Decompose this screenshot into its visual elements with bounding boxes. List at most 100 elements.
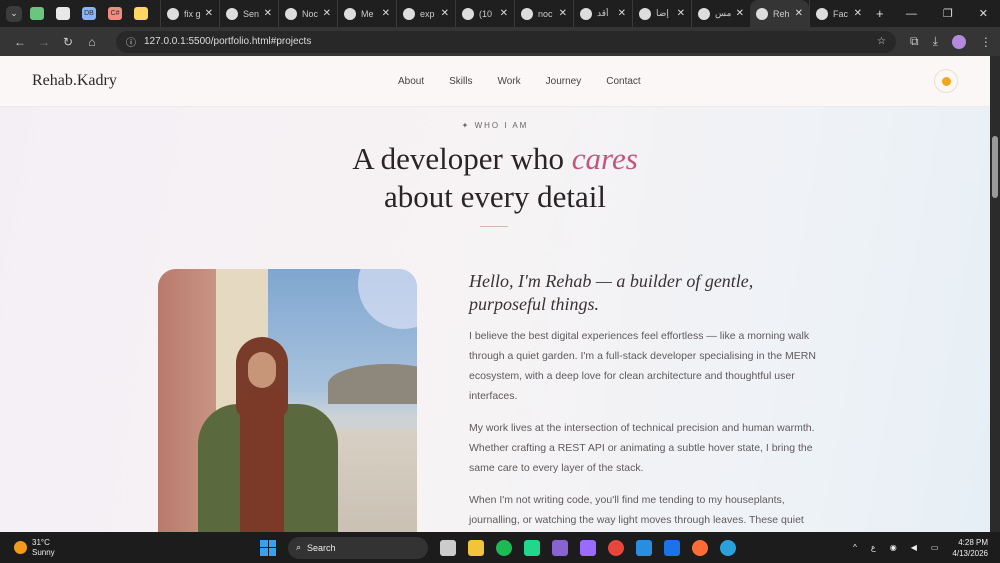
taskbar: 31°C Sunny ⌕ Search ^ ع ◉ ◀ ▭ 4:28 PM 4/13/… (0, 532, 1000, 563)
language-indicator[interactable]: ع (871, 543, 876, 552)
url-bar[interactable]: ⓘ 127.0.0.1:5500/portfolio.html#projects… (116, 30, 896, 53)
url-text[interactable]: 127.0.0.1:5500/portfolio.html#projects (144, 36, 311, 47)
taskbar-search[interactable]: ⌕ Search (288, 536, 428, 559)
tab-title: Fac (833, 8, 849, 19)
profile-avatar[interactable] (951, 34, 966, 49)
telegram-icon[interactable] (720, 539, 736, 556)
site-info-icon[interactable]: ⓘ (126, 34, 136, 49)
site-nav: About Skills Work Journey Contact (398, 76, 641, 87)
pinned-tab[interactable] (30, 7, 44, 20)
browser-tab[interactable]: Reh ✕ (750, 0, 809, 27)
tab-title: (10 (479, 8, 493, 19)
tab-title: Reh (773, 8, 790, 19)
start-button[interactable] (260, 539, 276, 556)
browser-tab[interactable]: fix g ✕ (160, 0, 219, 27)
forward-button[interactable]: → (32, 35, 56, 49)
close-tab-icon[interactable]: ✕ (500, 8, 508, 19)
browser-tab[interactable]: noc ✕ (514, 0, 573, 27)
file-explorer-icon[interactable] (468, 539, 484, 556)
back-button[interactable]: ← (8, 35, 32, 49)
close-tab-icon[interactable]: ✕ (677, 8, 685, 19)
browser-tab[interactable]: exp ✕ (396, 0, 455, 27)
nav-journey[interactable]: Journey (546, 76, 582, 87)
page-scrollbar[interactable] (990, 56, 1000, 532)
tab-favicon-icon (756, 7, 768, 20)
tab-title: Me (361, 8, 374, 19)
extensions-icon[interactable]: ⧉ (910, 34, 919, 49)
app-icon[interactable] (580, 539, 596, 556)
pinned-tab[interactable]: DB (82, 7, 96, 20)
section-title: A developer who cares about every detail (0, 140, 990, 216)
tab-favicon-icon (816, 7, 828, 20)
pinned-tab[interactable] (134, 7, 148, 20)
nav-contact[interactable]: Contact (606, 76, 640, 87)
tab-title: مس (715, 8, 731, 18)
postman-icon[interactable] (692, 539, 708, 556)
task-view-icon[interactable] (440, 539, 456, 556)
close-tab-icon[interactable]: ✕ (441, 8, 449, 19)
menu-icon[interactable]: ⋮ (980, 35, 992, 49)
scrollbar-thumb[interactable] (992, 136, 998, 198)
browser-tab[interactable]: Sen ✕ (219, 0, 278, 27)
nav-skills[interactable]: Skills (449, 76, 472, 87)
close-tab-icon[interactable]: ✕ (323, 8, 331, 19)
clion-icon[interactable] (524, 539, 540, 556)
close-tab-icon[interactable]: ✕ (736, 8, 744, 19)
bookmark-star-icon[interactable]: ☆ (877, 36, 886, 47)
weather-widget[interactable]: 31°C Sunny (14, 538, 55, 558)
vscode-icon[interactable] (636, 539, 652, 556)
browser-tab[interactable]: (10 ✕ (455, 0, 514, 27)
intro-paragraph: When I'm not writing code, you'll find m… (469, 494, 804, 526)
downloads-icon[interactable]: ⤓ (933, 34, 938, 49)
restore-button[interactable]: ❐ (943, 7, 953, 20)
address-bar-row: ← → ↻ ⌂ ⓘ 127.0.0.1:5500/portfolio.html#… (0, 27, 1000, 56)
wifi-icon[interactable]: ◉ (890, 543, 897, 552)
close-tab-icon[interactable]: ✕ (559, 8, 567, 19)
battery-icon[interactable]: ▭ (931, 543, 939, 552)
spotify-icon[interactable] (496, 539, 512, 556)
web-page: Rehab.Kadry About Skills Work Journey Co… (0, 56, 990, 532)
tab-favicon-icon (580, 7, 592, 20)
browser-tab[interactable]: إضا ✕ (632, 0, 691, 27)
nav-about[interactable]: About (398, 76, 424, 87)
browser-tab[interactable]: أقد ✕ (573, 0, 632, 27)
tab-search-button[interactable]: ⌄ (6, 5, 22, 22)
close-tab-icon[interactable]: ✕ (382, 8, 390, 19)
theme-toggle-button[interactable] (934, 69, 958, 93)
pinned-tab[interactable] (56, 7, 70, 20)
close-tab-icon[interactable]: ✕ (618, 8, 626, 19)
tab-favicon-icon (226, 7, 238, 20)
site-logo[interactable]: Rehab.Kadry (32, 72, 398, 90)
browser-tab[interactable]: Me ✕ (337, 0, 396, 27)
clock[interactable]: 4:28 PM 4/13/2026 (952, 537, 988, 559)
browser-tab[interactable]: Noc ✕ (278, 0, 337, 27)
close-tab-icon[interactable]: ✕ (264, 8, 272, 19)
tab-title: exp (420, 8, 435, 19)
new-tab-button[interactable]: + (876, 6, 884, 21)
close-window-button[interactable]: ✕ (979, 7, 988, 20)
close-tab-icon[interactable]: ✕ (795, 8, 803, 19)
home-button[interactable]: ⌂ (80, 35, 104, 49)
tab-favicon-icon (344, 7, 356, 20)
search-label: Search (307, 542, 336, 553)
nav-work[interactable]: Work (497, 76, 520, 87)
visual-studio-icon[interactable] (552, 539, 568, 556)
temperature: 31°C (32, 537, 50, 547)
close-tab-icon[interactable]: ✕ (854, 8, 862, 19)
webstorm-icon[interactable] (664, 539, 680, 556)
chrome-icon[interactable] (608, 539, 624, 556)
tray-overflow-icon[interactable]: ^ (853, 543, 857, 552)
title-part: about every detail (383, 179, 607, 214)
browser-tab[interactable]: مس ✕ (691, 0, 750, 27)
date: 4/13/2026 (952, 548, 988, 558)
weather-condition: Sunny (32, 547, 55, 557)
volume-icon[interactable]: ◀ (911, 543, 917, 552)
pinned-tab[interactable]: C# (108, 7, 122, 20)
tab-strip: ⌄ DB C# fix g ✕ Sen ✕ Noc ✕ Me ✕ exp ✕ (10 ✕ noc ✕ أقد… (0, 0, 1000, 27)
intro-paragraph: I believe the best digital experiences f… (469, 330, 816, 402)
reload-button[interactable]: ↻ (56, 35, 80, 49)
close-tab-icon[interactable]: ✕ (205, 8, 213, 19)
tab-favicon-icon (639, 7, 651, 20)
minimize-button[interactable]: — (906, 8, 917, 20)
browser-tab[interactable]: Fac ✕ (809, 0, 868, 27)
